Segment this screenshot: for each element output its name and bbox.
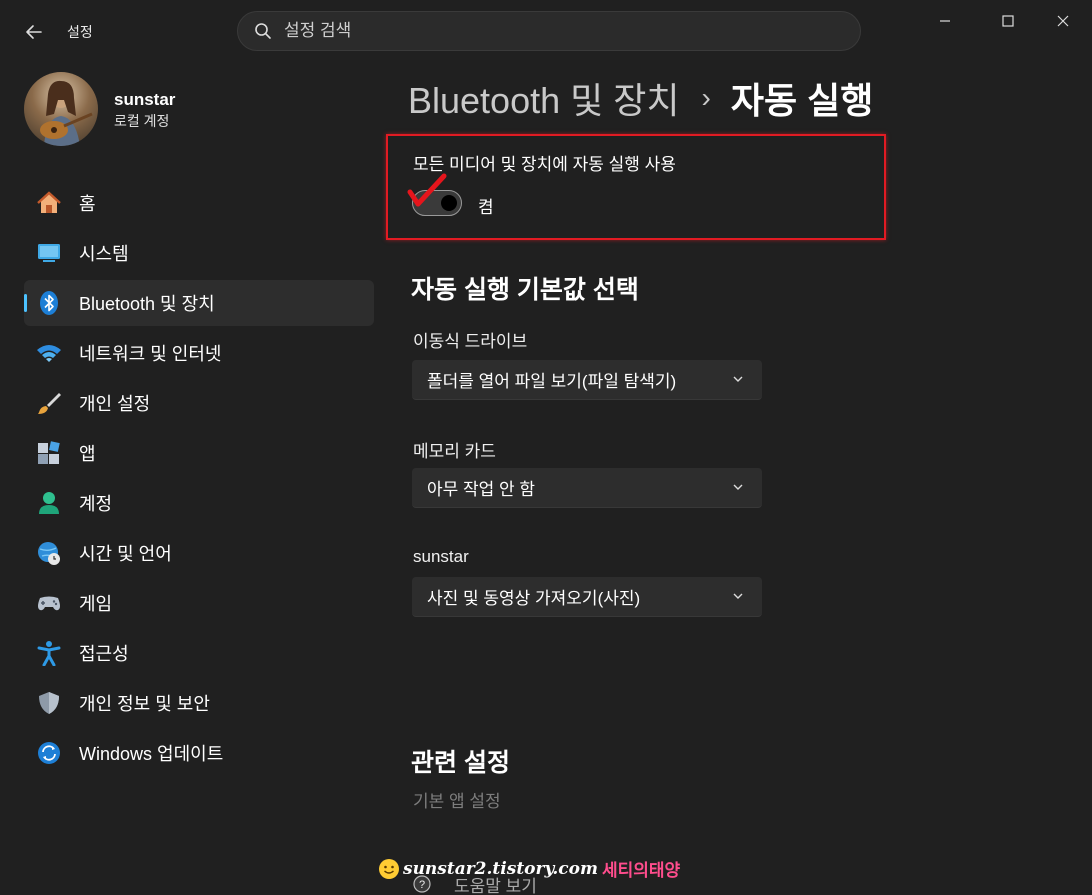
maximize-icon xyxy=(1002,15,1014,27)
device-dropdown[interactable]: 사진 및 동영상 가져오기(사진) xyxy=(412,577,762,617)
red-checkmark-icon xyxy=(407,173,447,207)
sidebar-item-privacy[interactable]: 개인 정보 및 보안 xyxy=(24,680,374,726)
sidebar-nav: 홈 시스템 Bluetooth 및 장치 네트워크 및 인터넷 개인 설정 앱 … xyxy=(24,180,374,780)
close-icon xyxy=(1057,15,1069,27)
sidebar-item-system[interactable]: 시스템 xyxy=(24,230,374,276)
related-section-title: 관련 설정 xyxy=(411,749,510,777)
minimize-icon xyxy=(940,20,950,22)
sidebar-item-bluetooth[interactable]: Bluetooth 및 장치 xyxy=(24,280,374,326)
home-icon xyxy=(36,190,62,216)
sidebar-item-label: 시스템 xyxy=(79,244,129,264)
back-button[interactable] xyxy=(18,16,50,48)
brush-icon xyxy=(36,390,62,416)
device-label: sunstar xyxy=(413,547,469,566)
close-button[interactable] xyxy=(1040,4,1086,38)
sidebar-item-label: 홈 xyxy=(79,194,96,214)
user-name: sunstar xyxy=(114,90,176,109)
default-apps-link[interactable]: 기본 앱 설정 xyxy=(413,787,501,812)
chevron-down-icon xyxy=(733,593,743,599)
chevron-down-icon xyxy=(733,484,743,490)
sidebar-item-windows-update[interactable]: Windows 업데이트 xyxy=(24,730,374,776)
autoplay-toggle-label: 모든 미디어 및 장치에 자동 실행 사용 xyxy=(413,155,676,174)
watermark-site: sunstar2.tistory.com xyxy=(403,858,598,879)
sidebar-item-personalization[interactable]: 개인 설정 xyxy=(24,380,374,426)
bluetooth-icon xyxy=(36,290,62,316)
gamepad-icon xyxy=(36,590,62,616)
apps-icon xyxy=(36,440,62,466)
dropdown-value: 아무 작업 안 함 xyxy=(427,480,536,499)
breadcrumb-separator: › xyxy=(701,82,711,113)
sidebar-item-network[interactable]: 네트워크 및 인터넷 xyxy=(24,330,374,376)
dropdown-value: 폴더를 열어 파일 보기(파일 탐색기) xyxy=(427,372,677,391)
breadcrumb: Bluetooth 및 장치 › 자동 실행 xyxy=(408,72,873,124)
sidebar-item-apps[interactable]: 앱 xyxy=(24,430,374,476)
chevron-down-icon xyxy=(733,376,743,382)
shield-icon xyxy=(36,690,62,716)
update-icon xyxy=(36,740,62,766)
wifi-icon xyxy=(36,340,62,366)
sidebar-item-label: 시간 및 언어 xyxy=(79,544,172,564)
globe-clock-icon xyxy=(36,540,62,566)
back-arrow-icon xyxy=(26,25,42,39)
maximize-button[interactable] xyxy=(985,4,1031,38)
sidebar-item-label: 앱 xyxy=(79,444,96,464)
guitarist-portrait-icon xyxy=(40,80,93,146)
search-input[interactable] xyxy=(284,21,824,41)
search-box[interactable] xyxy=(237,11,861,51)
sidebar-item-label: 개인 정보 및 보안 xyxy=(79,694,210,714)
sidebar-item-label: 네트워크 및 인터넷 xyxy=(79,344,222,364)
sidebar-item-label: Windows 업데이트 xyxy=(79,744,224,764)
page-title: 자동 실행 xyxy=(730,80,874,121)
smiley-emoji-icon xyxy=(379,858,399,879)
app-title: 설정 xyxy=(67,24,93,40)
sidebar-item-label: 계정 xyxy=(79,494,113,514)
accessibility-icon xyxy=(36,640,62,666)
sidebar-item-label: 접근성 xyxy=(79,644,129,664)
account-type: 로컬 계정 xyxy=(114,113,170,129)
memory-card-label: 메모리 카드 xyxy=(413,442,496,461)
sidebar-item-accounts[interactable]: 계정 xyxy=(24,480,374,526)
removable-drive-label: 이동식 드라이브 xyxy=(413,332,528,351)
removable-drive-dropdown[interactable]: 폴더를 열어 파일 보기(파일 탐색기) xyxy=(412,360,762,400)
dropdown-value: 사진 및 동영상 가져오기(사진) xyxy=(427,589,641,608)
sidebar-item-home[interactable]: 홈 xyxy=(24,180,374,226)
sidebar-item-label: 개인 설정 xyxy=(79,394,151,414)
account-icon xyxy=(36,490,62,516)
memory-card-dropdown[interactable]: 아무 작업 안 함 xyxy=(412,468,762,508)
sidebar-item-label: Bluetooth 및 장치 xyxy=(79,294,215,314)
breadcrumb-parent[interactable]: Bluetooth 및 장치 xyxy=(408,72,680,124)
sidebar-item-time-language[interactable]: 시간 및 언어 xyxy=(24,530,374,576)
sidebar-item-label: 게임 xyxy=(79,594,113,614)
autoplay-toggle-state: 켬 xyxy=(478,198,494,217)
sidebar-item-gaming[interactable]: 게임 xyxy=(24,580,374,626)
minimize-button[interactable] xyxy=(922,4,968,38)
defaults-section-title: 자동 실행 기본값 선택 xyxy=(411,276,639,304)
system-icon xyxy=(36,240,62,266)
watermark: sunstar2.tistory.com 세티의태양 xyxy=(378,856,680,881)
avatar[interactable] xyxy=(24,72,98,146)
watermark-name: 세티의태양 xyxy=(602,861,681,880)
search-icon xyxy=(255,23,271,39)
sidebar-item-accessibility[interactable]: 접근성 xyxy=(24,630,374,676)
